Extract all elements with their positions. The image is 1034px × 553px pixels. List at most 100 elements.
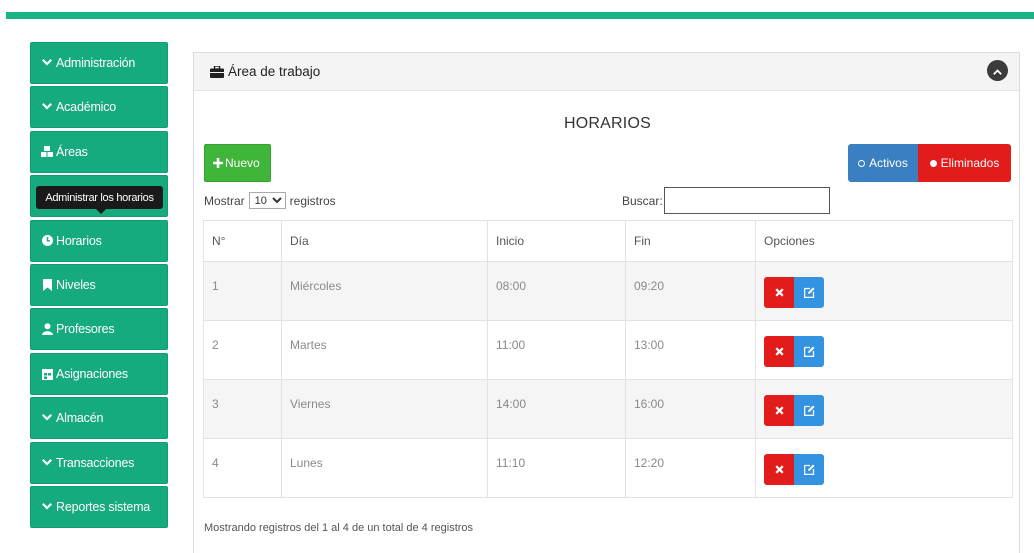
times-icon bbox=[774, 465, 784, 474]
edit-icon bbox=[803, 405, 814, 416]
column-header[interactable]: Inicio bbox=[487, 220, 626, 262]
cell-n: 3 bbox=[203, 379, 282, 439]
cell-options bbox=[755, 261, 1013, 321]
edit-button[interactable] bbox=[794, 454, 824, 485]
table-row: 2 Martes 11:00 13:00 bbox=[203, 320, 1013, 380]
times-icon bbox=[774, 288, 784, 297]
sidebar-item-label: Transacciones bbox=[56, 455, 135, 470]
page-length-select[interactable]: 10 bbox=[248, 192, 286, 209]
sidebar-item-profesores[interactable]: Profesores bbox=[30, 308, 168, 351]
edit-icon bbox=[803, 464, 814, 475]
cell-n: 4 bbox=[203, 438, 282, 498]
column-header: Opciones bbox=[755, 220, 1013, 262]
search-label: Buscar: bbox=[622, 193, 663, 208]
new-button-label: Nuevo bbox=[225, 156, 260, 170]
column-header[interactable]: N° bbox=[203, 220, 282, 262]
edit-icon bbox=[803, 287, 814, 298]
sidebar-item-label: Asignaciones bbox=[56, 366, 128, 381]
chevron-down-icon bbox=[41, 101, 53, 113]
delete-button[interactable] bbox=[764, 395, 794, 426]
page-title: HORARIOS bbox=[564, 115, 651, 132]
table-row: 3 Viernes 14:00 16:00 bbox=[203, 379, 1013, 439]
cell-fin: 09:20 bbox=[625, 261, 756, 321]
sidebar-item-areas[interactable]: Áreas bbox=[30, 130, 168, 173]
sidebar-item-horarios[interactable]: Horarios bbox=[30, 219, 168, 262]
filter-eliminados-label: Eliminados bbox=[940, 156, 1000, 170]
sidebar-item-label: Almacén bbox=[56, 411, 104, 426]
bookmark-icon bbox=[41, 278, 53, 291]
edit-button[interactable] bbox=[794, 277, 824, 308]
sidebar-item-label: Administración bbox=[56, 56, 136, 70]
sidebar-item-transacciones[interactable]: Transacciones bbox=[30, 441, 168, 484]
cell-inicio: 11:10 bbox=[487, 438, 626, 498]
table-row: 1 Miércoles 08:00 09:20 bbox=[203, 261, 1013, 321]
column-header[interactable]: Día bbox=[281, 220, 488, 262]
sidebar: Administración Académico Áreas Administr… bbox=[30, 42, 168, 530]
chevron-down-icon bbox=[41, 457, 53, 469]
page-length-control: Mostrar 10 registros bbox=[204, 192, 336, 209]
briefcase-icon bbox=[210, 65, 224, 78]
times-icon bbox=[774, 347, 784, 356]
cell-n: 1 bbox=[203, 261, 282, 321]
sidebar-item-reportes[interactable]: Reportes sistema bbox=[30, 485, 168, 528]
row-actions bbox=[764, 336, 824, 367]
cell-options bbox=[755, 438, 1013, 498]
sidebar-item-horarios-hover[interactable]: Administrar los horarios bbox=[30, 175, 168, 218]
horarios-table: N° Día Inicio Fin Opciones 1 Miércoles 0… bbox=[203, 220, 1013, 498]
clock-icon bbox=[41, 235, 53, 247]
cell-options bbox=[755, 320, 1013, 380]
cell-inicio: 14:00 bbox=[487, 379, 626, 439]
sidebar-item-label: Horarios bbox=[56, 233, 102, 248]
cell-inicio: 08:00 bbox=[487, 261, 626, 321]
status-filter: Activos Eliminados bbox=[848, 144, 1011, 182]
sidebar-item-administracion[interactable]: Administración bbox=[30, 42, 168, 84]
sidebar-item-label: Niveles bbox=[56, 277, 96, 292]
cell-fin: 13:00 bbox=[625, 320, 756, 380]
sidebar-item-asignaciones[interactable]: Asignaciones bbox=[30, 352, 168, 395]
length-prefix: Mostrar bbox=[204, 193, 245, 208]
user-icon bbox=[41, 323, 53, 336]
radio-filled-icon bbox=[929, 159, 937, 167]
chevron-up-icon bbox=[993, 63, 1002, 78]
sidebar-item-almacen[interactable]: Almacén bbox=[30, 397, 168, 440]
row-actions bbox=[764, 454, 824, 485]
radio-empty-icon bbox=[858, 159, 866, 167]
edit-button[interactable] bbox=[794, 336, 824, 367]
table-row: 4 Lunes 11:10 12:20 bbox=[203, 438, 1013, 498]
chevron-down-icon bbox=[41, 501, 53, 513]
filter-activos-button[interactable]: Activos bbox=[848, 144, 918, 182]
cell-dia: Miércoles bbox=[281, 261, 488, 321]
new-button[interactable]: Nuevo bbox=[204, 144, 271, 182]
collapse-button[interactable] bbox=[987, 60, 1008, 81]
cell-fin: 16:00 bbox=[625, 379, 756, 439]
column-header[interactable]: Fin bbox=[625, 220, 756, 262]
edit-icon bbox=[803, 346, 814, 357]
cubes-icon bbox=[41, 146, 53, 158]
row-actions bbox=[764, 395, 824, 426]
sidebar-item-niveles[interactable]: Niveles bbox=[30, 263, 168, 306]
sidebar-item-academico[interactable]: Académico bbox=[30, 86, 168, 129]
sidebar-item-label: Áreas bbox=[56, 144, 88, 159]
chevron-down-icon bbox=[41, 57, 53, 69]
filter-activos-label: Activos bbox=[869, 156, 908, 170]
sidebar-item-label: Académico bbox=[56, 100, 117, 115]
filter-eliminados-button[interactable]: Eliminados bbox=[918, 144, 1011, 182]
cell-options bbox=[755, 379, 1013, 439]
cell-dia: Viernes bbox=[281, 379, 488, 439]
workspace-panel: Área de trabajo HORARIOS Nuevo Activos E… bbox=[193, 52, 1020, 553]
sidebar-item-label: Profesores bbox=[56, 322, 115, 337]
cell-inicio: 11:00 bbox=[487, 320, 626, 380]
delete-button[interactable] bbox=[764, 454, 794, 485]
plus-icon bbox=[213, 158, 223, 168]
table-info: Mostrando registros del 1 al 4 de un tot… bbox=[204, 522, 474, 534]
edit-button[interactable] bbox=[794, 395, 824, 426]
delete-button[interactable] bbox=[764, 277, 794, 308]
delete-button[interactable] bbox=[764, 336, 794, 367]
cell-dia: Lunes bbox=[281, 438, 488, 498]
search-input[interactable] bbox=[663, 187, 830, 214]
cell-dia: Martes bbox=[281, 320, 488, 380]
tooltip: Administrar los horarios bbox=[36, 186, 163, 215]
chevron-down-icon bbox=[41, 412, 53, 424]
times-icon bbox=[774, 406, 784, 415]
cell-fin: 12:20 bbox=[625, 438, 756, 498]
